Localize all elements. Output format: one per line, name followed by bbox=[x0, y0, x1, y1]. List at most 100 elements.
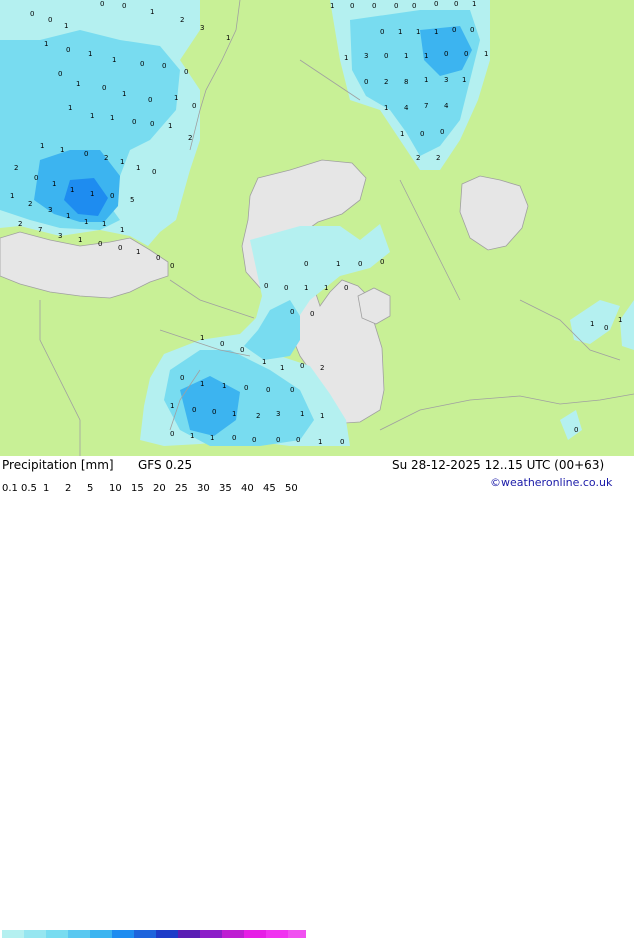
grid-value: 1 bbox=[222, 382, 226, 390]
grid-value: 0 bbox=[232, 434, 236, 442]
grid-value: 0 bbox=[220, 340, 224, 348]
grid-value: 1 bbox=[226, 34, 230, 42]
grid-value: 1 bbox=[200, 334, 204, 342]
grid-value: 2 bbox=[180, 16, 184, 24]
grid-value: 1 bbox=[210, 434, 214, 442]
grid-value: 1 bbox=[90, 190, 94, 198]
precipitation-map[interactable]: 0 0 1 0 0 1 2 3 1 1 0 1 1 0 0 0 0 1 0 1 0 1 0 1 1 1 0 0 1 2 1 1 0 2 1 1 0 2 0 1… bbox=[0, 0, 634, 456]
grid-value: 0 bbox=[240, 346, 244, 354]
grid-value: 0 bbox=[372, 2, 376, 10]
grid-value: 1 bbox=[398, 28, 402, 36]
grid-value: 1 bbox=[122, 90, 126, 98]
grid-value: 0 bbox=[452, 26, 456, 34]
grid-value: 1 bbox=[10, 192, 14, 200]
legend-swatch bbox=[46, 930, 68, 938]
grid-value: 0 bbox=[148, 96, 152, 104]
grid-value: 1 bbox=[318, 438, 322, 446]
kara-bogaz-gol bbox=[357, 287, 391, 325]
grid-value: 0 bbox=[300, 362, 304, 370]
legend-tick-label: 20 bbox=[153, 483, 166, 494]
grid-value: 0 bbox=[192, 406, 196, 414]
grid-value: 1 bbox=[404, 52, 408, 60]
grid-value: 0 bbox=[380, 28, 384, 36]
grid-value: 0 bbox=[162, 62, 166, 70]
legend-tick-label: 25 bbox=[175, 483, 188, 494]
grid-value: 0 bbox=[100, 0, 104, 8]
grid-value: 0 bbox=[454, 0, 458, 8]
grid-value: 0 bbox=[420, 130, 424, 138]
grid-value: 0 bbox=[574, 426, 578, 434]
grid-value: 1 bbox=[78, 236, 82, 244]
grid-value: 0 bbox=[140, 60, 144, 68]
grid-value: 0 bbox=[122, 2, 126, 10]
grid-value: 0 bbox=[170, 430, 174, 438]
model-label: GFS 0.25 bbox=[138, 458, 193, 472]
legend-swatch bbox=[178, 930, 200, 938]
grid-value: 2 bbox=[256, 412, 260, 420]
legend-tick-label: 15 bbox=[131, 483, 144, 494]
grid-value: 0 bbox=[464, 50, 468, 58]
grid-value: 0 bbox=[350, 2, 354, 10]
grid-value: 0 bbox=[384, 52, 388, 60]
legend-swatch bbox=[90, 930, 112, 938]
title: Precipitation [mm] bbox=[2, 458, 114, 472]
grid-value: 0 bbox=[304, 260, 308, 268]
grid-value: 1 bbox=[110, 114, 114, 122]
credit-link[interactable]: ©weatheronline.co.uk bbox=[490, 476, 612, 490]
grid-value: 1 bbox=[232, 410, 236, 418]
grid-value: 1 bbox=[324, 284, 328, 292]
grid-value: 3 bbox=[444, 76, 448, 84]
grid-value: 1 bbox=[64, 22, 68, 30]
grid-value: 1 bbox=[300, 410, 304, 418]
grid-value: 1 bbox=[590, 320, 594, 328]
grid-value: 0 bbox=[180, 374, 184, 382]
grid-value: 0 bbox=[150, 120, 154, 128]
grid-value: 0 bbox=[98, 240, 102, 248]
grid-value: 1 bbox=[262, 358, 266, 366]
grid-value: 8 bbox=[404, 78, 408, 86]
grid-value: 1 bbox=[44, 40, 48, 48]
legend-swatch bbox=[2, 930, 24, 938]
grid-value: 1 bbox=[472, 0, 476, 8]
grid-value: 1 bbox=[60, 146, 64, 154]
grid-value: 2 bbox=[416, 154, 420, 162]
legend-tick-label: 10 bbox=[109, 483, 122, 494]
grid-value: 0 bbox=[364, 78, 368, 86]
grid-value: 1 bbox=[120, 158, 124, 166]
grid-value: 1 bbox=[76, 80, 80, 88]
legend-swatch bbox=[24, 930, 46, 938]
grid-value: 0 bbox=[156, 254, 160, 262]
grid-value: 1 bbox=[484, 50, 488, 58]
grid-value: 0 bbox=[394, 2, 398, 10]
grid-value: 1 bbox=[344, 54, 348, 62]
grid-value: 0 bbox=[264, 282, 268, 290]
grid-value: 0 bbox=[290, 308, 294, 316]
grid-value: 0 bbox=[444, 50, 448, 58]
legend-tick-label: 0.1 bbox=[2, 483, 18, 494]
legend-tick-label: 5 bbox=[87, 483, 94, 494]
grid-value: 1 bbox=[462, 76, 466, 84]
grid-value: 1 bbox=[618, 316, 622, 324]
grid-value: 0 bbox=[170, 262, 174, 270]
grid-value: 1 bbox=[168, 122, 172, 130]
grid-value: 4 bbox=[404, 104, 409, 112]
grid-value: 1 bbox=[434, 28, 438, 36]
grid-value: 2 bbox=[104, 154, 108, 162]
grid-value: 0 bbox=[344, 284, 348, 292]
grid-value: 0 bbox=[192, 102, 196, 110]
grid-value: 0 bbox=[30, 10, 34, 18]
valid-time: Su 28-12-2025 12..15 UTC (00+63) bbox=[392, 458, 605, 472]
grid-value: 1 bbox=[384, 104, 388, 112]
legend-swatch bbox=[68, 930, 90, 938]
grid-value: 0 bbox=[440, 128, 444, 136]
grid-value: 1 bbox=[102, 220, 106, 228]
grid-value: 7 bbox=[424, 102, 428, 110]
grid-value: 1 bbox=[280, 364, 284, 372]
grid-value: 1 bbox=[40, 142, 44, 150]
grid-value: 1 bbox=[320, 412, 324, 420]
grid-value: 1 bbox=[150, 8, 154, 16]
grid-value: 1 bbox=[416, 28, 420, 36]
grid-value: 1 bbox=[136, 164, 140, 172]
legend-swatch bbox=[266, 930, 288, 938]
grid-value: 1 bbox=[84, 218, 88, 226]
